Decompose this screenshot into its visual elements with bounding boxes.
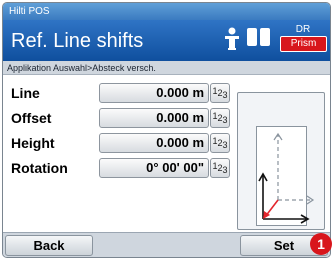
- field-row-line: Line 0.000 m 123: [3, 83, 233, 105]
- device-screen: Hilti POS Ref. Line shifts DR Prism Appl…: [2, 2, 331, 258]
- keypad-icon: 123: [212, 136, 228, 150]
- back-button[interactable]: Back: [5, 235, 93, 256]
- battery-icon: [247, 28, 257, 46]
- field-label: Line: [11, 85, 40, 101]
- offset-value-field[interactable]: 0.000 m: [99, 108, 209, 128]
- keypad-icon: 123: [212, 161, 228, 175]
- reference-line-diagram: [237, 92, 325, 230]
- keypad-button[interactable]: 123: [210, 158, 230, 178]
- person-icon: [225, 27, 239, 50]
- breadcrumb: Applikation Auswahl>Absteck versch.: [3, 61, 330, 75]
- keypad-button[interactable]: 123: [210, 108, 230, 128]
- prism-badge[interactable]: Prism: [280, 36, 327, 52]
- title-bar: Ref. Line shifts DR Prism: [3, 20, 330, 61]
- callout-marker: 1: [310, 233, 332, 255]
- keypad-icon: 123: [212, 111, 228, 125]
- softkey-bar: Back Set: [3, 232, 330, 257]
- app-bar: Hilti POS: [3, 3, 330, 20]
- field-label: Height: [11, 135, 55, 151]
- field-row-rotation: Rotation 0° 00' 00" 123: [3, 158, 233, 180]
- field-label: Offset: [11, 110, 52, 126]
- line-value-field[interactable]: 0.000 m: [99, 83, 209, 103]
- keypad-icon: 123: [212, 86, 228, 100]
- field-label: Rotation: [11, 160, 68, 176]
- battery-icon: [260, 28, 270, 46]
- field-row-height: Height 0.000 m 123: [3, 133, 233, 155]
- page-title: Ref. Line shifts: [11, 30, 144, 52]
- rotation-value-field[interactable]: 0° 00' 00": [99, 158, 209, 178]
- field-row-offset: Offset 0.000 m 123: [3, 108, 233, 130]
- height-value-field[interactable]: 0.000 m: [99, 133, 209, 153]
- shift-diagram-graphic: [258, 132, 315, 224]
- keypad-button[interactable]: 123: [210, 83, 230, 103]
- mode-label: DR: [295, 24, 311, 35]
- keypad-button[interactable]: 123: [210, 133, 230, 153]
- app-name: Hilti POS: [9, 6, 50, 17]
